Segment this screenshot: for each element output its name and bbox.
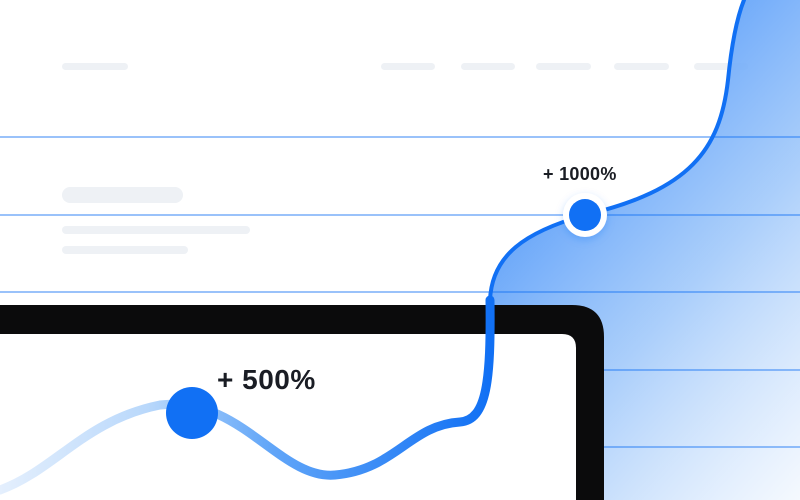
placeholder-nav-bar [381, 63, 435, 70]
placeholder-text-bar [62, 226, 250, 234]
growth-illustration [0, 0, 800, 500]
placeholder-nav-bar [614, 63, 669, 70]
illustration: + 1000% + 500% [0, 0, 800, 500]
placeholder-nav-bar [536, 63, 591, 70]
low-growth-label: + 500% [217, 364, 316, 395]
placeholder-text-bar [62, 246, 188, 254]
high-data-point-core [569, 199, 601, 231]
placeholder-nav-bar [461, 63, 515, 70]
high-growth-label: + 1000% [543, 164, 617, 184]
placeholder-heading-bar [62, 187, 183, 203]
placeholder-logo-bar [62, 63, 128, 70]
low-data-point [166, 387, 218, 439]
